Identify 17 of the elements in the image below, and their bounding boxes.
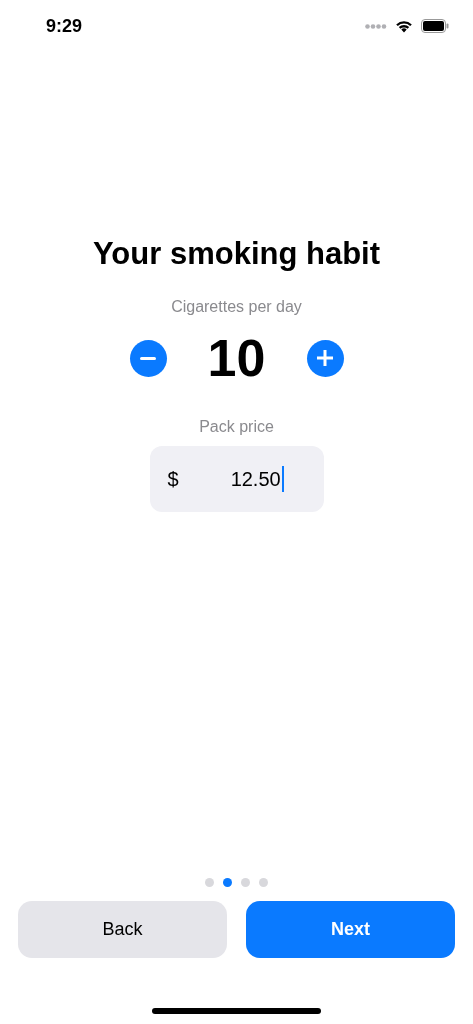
- price-field[interactable]: $ 12.50: [149, 446, 324, 512]
- increment-button[interactable]: [306, 339, 344, 377]
- cigarette-count: 10: [206, 328, 267, 388]
- price-value: 12.50: [202, 466, 284, 492]
- screen-title: Your smoking habit: [92, 236, 381, 272]
- currency-symbol: $: [167, 467, 179, 491]
- signal-dots-icon: [365, 23, 387, 29]
- decrement-button[interactable]: [129, 339, 167, 377]
- battery-icon: [421, 19, 449, 33]
- plus-icon: [317, 350, 333, 366]
- back-button[interactable]: Back: [18, 901, 227, 958]
- status-time: 9:29: [46, 15, 83, 37]
- next-button[interactable]: Next: [246, 901, 455, 958]
- cigarettes-label: Cigarettes per day: [171, 298, 302, 316]
- minus-icon: [140, 356, 156, 360]
- wifi-icon: [395, 19, 413, 33]
- price-label: Pack price: [199, 418, 274, 436]
